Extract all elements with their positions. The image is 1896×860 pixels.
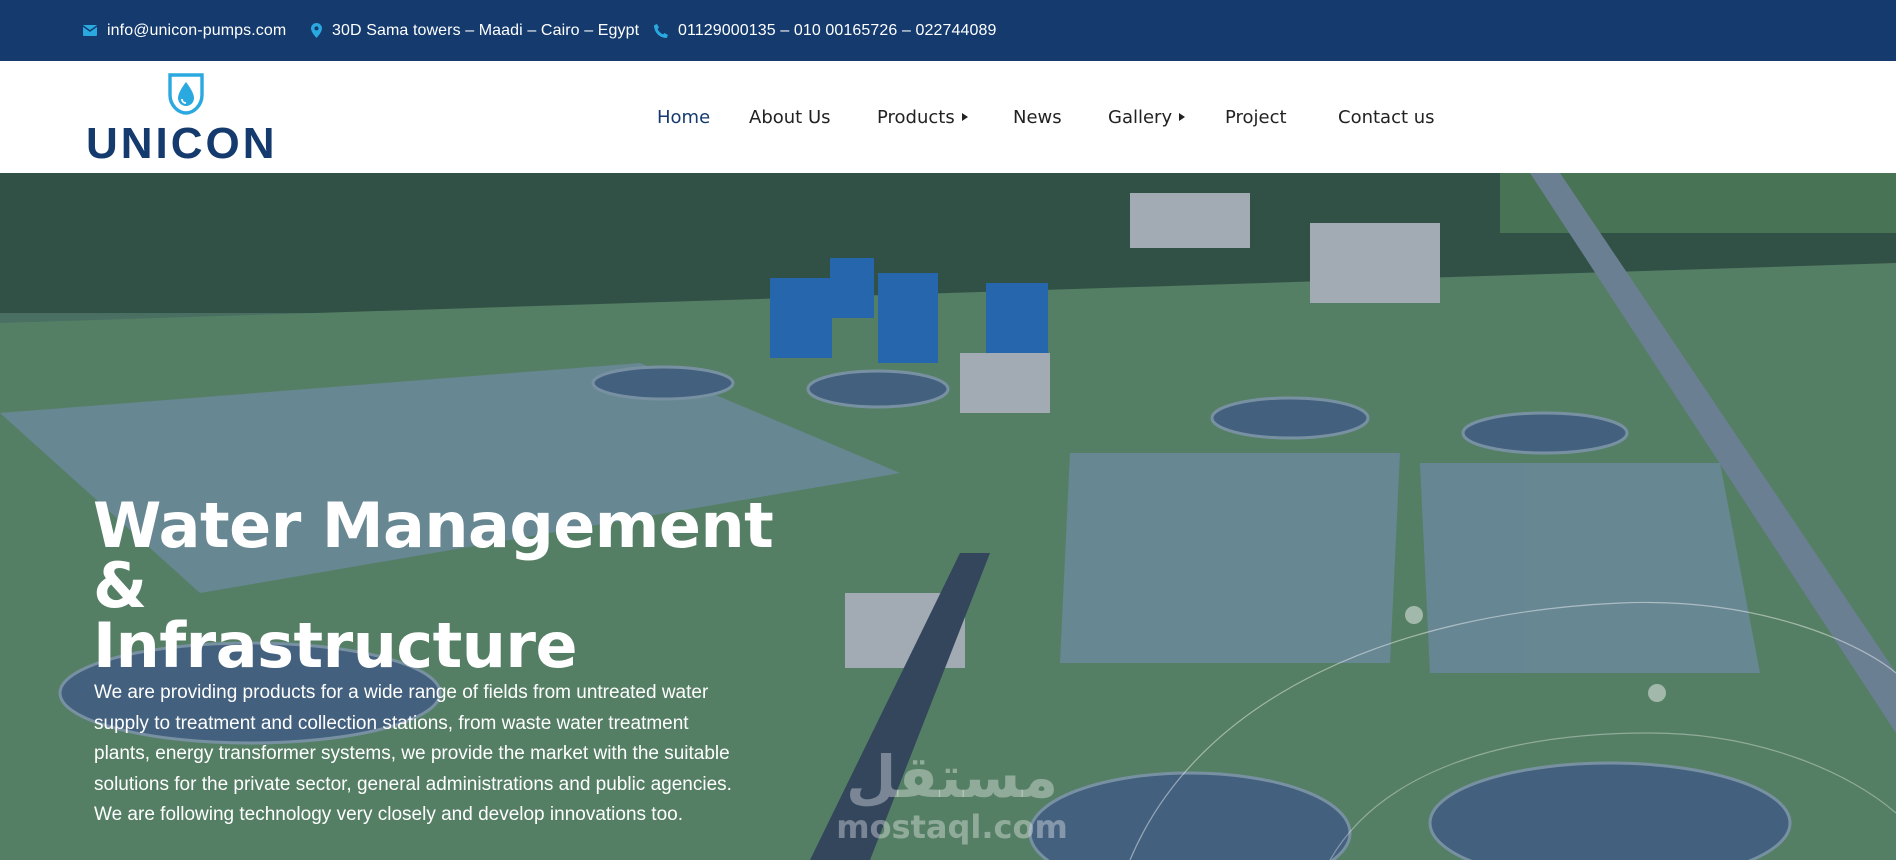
- email-text: info@unicon-pumps.com: [107, 21, 287, 39]
- nav-products-label: Products: [877, 106, 955, 128]
- site-header: UNICON Home About Us Products News Galle…: [0, 61, 1896, 173]
- nav-about-us[interactable]: About Us: [749, 61, 831, 173]
- nav-home-label: Home: [657, 106, 711, 128]
- watermark-latin: mostaql.com: [836, 808, 1068, 846]
- facebook-link[interactable]: [1778, 18, 1790, 37]
- social-links: [1778, 18, 1818, 37]
- nav-project-label: Project: [1225, 106, 1287, 128]
- instagram-icon: [1790, 19, 1804, 33]
- nav-gallery[interactable]: Gallery: [1108, 61, 1186, 173]
- nav-contact-us[interactable]: Contact us: [1338, 61, 1435, 173]
- top-info-bar: info@unicon-pumps.com 30D Sama towers – …: [0, 0, 1896, 61]
- contact-address: 30D Sama towers – Maadi – Cairo – Egypt: [311, 0, 639, 61]
- nav-products[interactable]: Products: [877, 61, 968, 173]
- nav-project[interactable]: Project: [1225, 61, 1287, 173]
- linkedin-icon: [1804, 19, 1818, 33]
- nav-news-label: News: [1013, 106, 1062, 128]
- linkedin-link[interactable]: [1804, 18, 1818, 37]
- phone-icon: [654, 23, 668, 38]
- nav-home[interactable]: Home: [657, 61, 710, 173]
- hero-title: Water Management & Infrastructure: [93, 489, 813, 682]
- nav-contact-us-label: Contact us: [1338, 106, 1435, 128]
- caret-right-icon: [1179, 113, 1186, 121]
- nav-news[interactable]: News: [1013, 61, 1062, 173]
- facebook-icon: [1780, 19, 1789, 33]
- address-text: 30D Sama towers – Maadi – Cairo – Egypt: [332, 21, 640, 39]
- contact-phone[interactable]: 01129000135 – 010 00165726 – 022744089: [654, 0, 997, 61]
- phone-text: 01129000135 – 010 00165726 – 022744089: [678, 21, 997, 39]
- watermark-arabic: مستقل: [845, 743, 1059, 811]
- caret-right-icon: [961, 113, 968, 121]
- main-nav: Home About Us Products News Gallery Proj…: [0, 61, 1896, 173]
- nav-about-us-label: About Us: [749, 106, 831, 128]
- envelope-icon: [83, 25, 97, 36]
- hero-title-line1: Water Management &: [93, 489, 774, 622]
- nav-gallery-label: Gallery: [1108, 106, 1173, 128]
- watermark: مستقل mostaql.com: [832, 745, 1072, 845]
- instagram-link[interactable]: [1790, 18, 1804, 37]
- contact-email[interactable]: info@unicon-pumps.com: [83, 0, 286, 61]
- map-pin-icon: [311, 23, 322, 38]
- hero-banner: Water Management & Infrastructure We are…: [0, 173, 1896, 860]
- hero-description: We are providing products for a wide ran…: [94, 682, 732, 826]
- hero-title-line2: Infrastructure: [93, 609, 578, 682]
